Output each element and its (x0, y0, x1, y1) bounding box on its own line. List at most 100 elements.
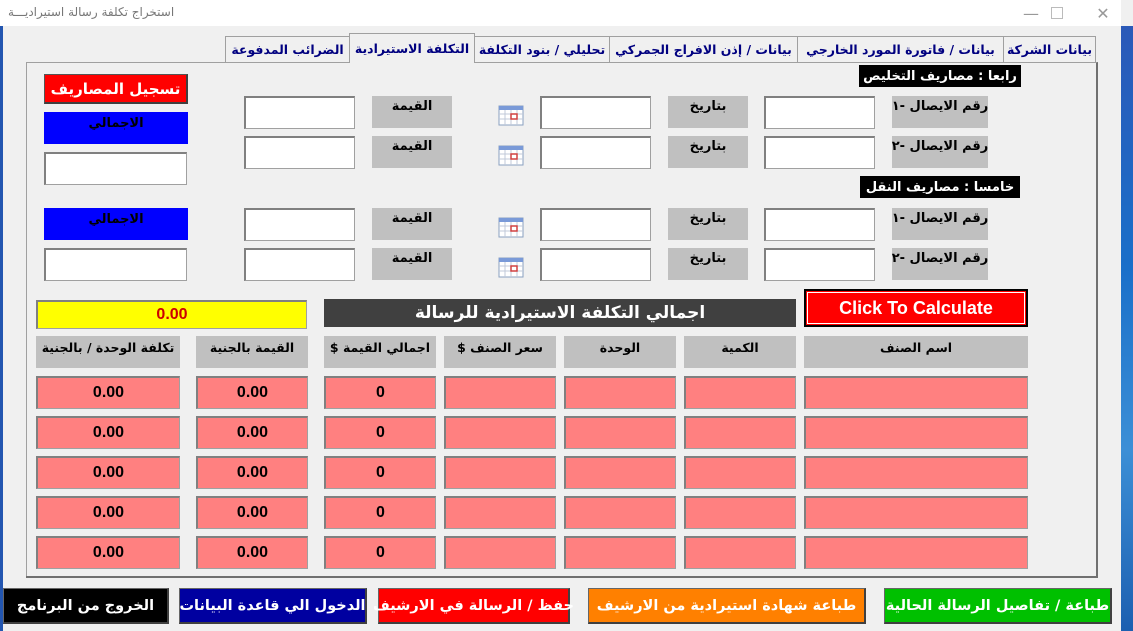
cell-item-price-usd[interactable] (444, 456, 556, 489)
cell-quantity[interactable] (684, 496, 796, 529)
tab-supplier-invoice[interactable]: بيانات / فاتورة المورد الخارجي (797, 36, 1004, 62)
column-header-total-value-usd: اجمالي القيمة $ (324, 336, 436, 368)
transport-receipt-2-label: رقم الايصال -٢ (892, 248, 988, 280)
print-certificate-archive-button[interactable]: طباعة شهادة استيرادية من الارشيف (588, 588, 866, 624)
tab-cost-items[interactable]: تحليلي / بنود التكلفة (474, 36, 610, 62)
window-title-bar: استخراج تكلفة رسالة استيراديـــة — ✕ (0, 0, 1121, 26)
cell-total-value-usd: 0 (324, 536, 436, 569)
cell-item-name[interactable] (804, 496, 1028, 529)
clearance-value-1-input[interactable] (244, 96, 355, 129)
tab-label: بيانات الشركة (1006, 42, 1093, 57)
cell-unit[interactable] (564, 536, 676, 569)
maximize-button[interactable] (1034, 0, 1080, 26)
clearance-date-1-input[interactable] (540, 96, 651, 129)
clearance-receipt-2-input[interactable] (764, 136, 875, 169)
clearance-total-label: الاجمالي (44, 112, 188, 144)
cell-unit[interactable] (564, 456, 676, 489)
calendar-icon[interactable] (498, 104, 524, 126)
cell-item-name[interactable] (804, 456, 1028, 489)
column-header-unit-cost-egp: تكلفة الوحدة / بالجنية (36, 336, 180, 368)
enter-database-button[interactable]: الدخول الي قاعدة البيانات (179, 588, 367, 624)
print-current-shipment-button[interactable]: طباعة / تفاصيل الرسالة الحالية (884, 588, 1112, 624)
calendar-icon[interactable] (498, 216, 524, 238)
cell-item-price-usd[interactable] (444, 376, 556, 409)
cell-unit-cost-egp: 0.00 (36, 536, 180, 569)
transport-date-1-input[interactable] (540, 208, 651, 241)
clearance-value-1-label: القيمة (372, 96, 452, 128)
cell-unit[interactable] (564, 376, 676, 409)
tab-paid-taxes[interactable]: الضرائب المدفوعة (225, 36, 350, 62)
cell-item-name[interactable] (804, 536, 1028, 569)
clearance-value-2-label: القيمة (372, 136, 452, 168)
tab-import-cost[interactable]: التكلفة الاستيرادية (349, 33, 475, 63)
clearance-date-2-input[interactable] (540, 136, 651, 169)
cell-quantity[interactable] (684, 416, 796, 449)
transport-date-2-input[interactable] (540, 248, 651, 281)
tab-label: الضرائب المدفوعة (231, 42, 344, 57)
cell-item-name[interactable] (804, 416, 1028, 449)
transport-date-2-label: بتاريخ (668, 248, 748, 280)
transport-date-1-label: بتاريخ (668, 208, 748, 240)
column-header-value-egp: القيمة بالجنية (196, 336, 308, 368)
cell-quantity[interactable] (684, 376, 796, 409)
calendar-icon[interactable] (498, 144, 524, 166)
cell-item-price-usd[interactable] (444, 496, 556, 529)
cell-value-egp: 0.00 (196, 416, 308, 449)
transport-receipt-2-input[interactable] (764, 248, 875, 281)
transport-value-1-input[interactable] (244, 208, 355, 241)
cell-total-value-usd: 0 (324, 496, 436, 529)
cell-item-price-usd[interactable] (444, 416, 556, 449)
clearance-receipt-1-label: رقم الايصال -١ (892, 96, 988, 128)
transport-value-2-input[interactable] (244, 248, 355, 281)
cell-quantity[interactable] (684, 456, 796, 489)
transport-heading: خامسا : مصاريف النقل (860, 176, 1020, 198)
clearance-date-2-label: بتاريخ (668, 136, 748, 168)
clearance-value-2-input[interactable] (244, 136, 355, 169)
tab-customs-release[interactable]: بيانات / إذن الافراج الجمركي (609, 36, 798, 62)
cell-value-egp: 0.00 (196, 376, 308, 409)
clearance-receipt-1-input[interactable] (764, 96, 875, 129)
cell-value-egp: 0.00 (196, 496, 308, 529)
cell-unit-cost-egp: 0.00 (36, 416, 180, 449)
cell-unit-cost-egp: 0.00 (36, 376, 180, 409)
transport-receipt-1-label: رقم الايصال -١ (892, 208, 988, 240)
desktop-background-right (1121, 26, 1133, 631)
register-expenses-button[interactable]: تسجيل المصاريف (44, 74, 188, 104)
clearance-receipt-2-label: رقم الايصال -٢ (892, 136, 988, 168)
cell-unit[interactable] (564, 496, 676, 529)
tab-label: تحليلي / بنود التكلفة (478, 42, 606, 57)
column-header-unit: الوحدة (564, 336, 676, 368)
total-cost-value: 0.00 (36, 300, 307, 329)
close-button[interactable]: ✕ (1080, 0, 1126, 26)
cell-item-name[interactable] (804, 376, 1028, 409)
cell-unit[interactable] (564, 416, 676, 449)
tab-company-data[interactable]: بيانات الشركة (1003, 36, 1096, 62)
window-title: استخراج تكلفة رسالة استيراديـــة (8, 5, 175, 19)
transport-total-input[interactable] (44, 248, 187, 281)
tab-label: بيانات / فاتورة المورد الخارجي (806, 42, 995, 57)
cell-total-value-usd: 0 (324, 416, 436, 449)
exit-program-button[interactable]: الخروج من البرنامج (3, 588, 169, 624)
cell-value-egp: 0.00 (196, 456, 308, 489)
column-header-item-name: اسم الصنف (804, 336, 1028, 368)
transport-value-2-label: القيمة (372, 248, 452, 280)
tab-label: بيانات / إذن الافراج الجمركي (615, 42, 792, 57)
desktop-background-left (0, 26, 3, 631)
transport-value-1-label: القيمة (372, 208, 452, 240)
cell-quantity[interactable] (684, 536, 796, 569)
cell-total-value-usd: 0 (324, 376, 436, 409)
tab-label: التكلفة الاستيرادية (354, 41, 470, 56)
cell-unit-cost-egp: 0.00 (36, 496, 180, 529)
calendar-icon[interactable] (498, 256, 524, 278)
close-icon: ✕ (1096, 3, 1110, 23)
calculate-button[interactable]: Click To Calculate (804, 289, 1028, 327)
save-to-archive-button[interactable]: حفظ / الرسالة في الارشيف (373, 588, 574, 624)
clearance-total-input[interactable] (44, 152, 187, 185)
transport-total-label: الاجمالي (44, 208, 188, 240)
column-header-quantity: الكمية (684, 336, 796, 368)
total-cost-title: اجمالي التكلفة الاستيرادية للرسالة (324, 299, 796, 327)
transport-receipt-1-input[interactable] (764, 208, 875, 241)
cell-total-value-usd: 0 (324, 456, 436, 489)
clearance-date-1-label: بتاريخ (668, 96, 748, 128)
cell-item-price-usd[interactable] (444, 536, 556, 569)
